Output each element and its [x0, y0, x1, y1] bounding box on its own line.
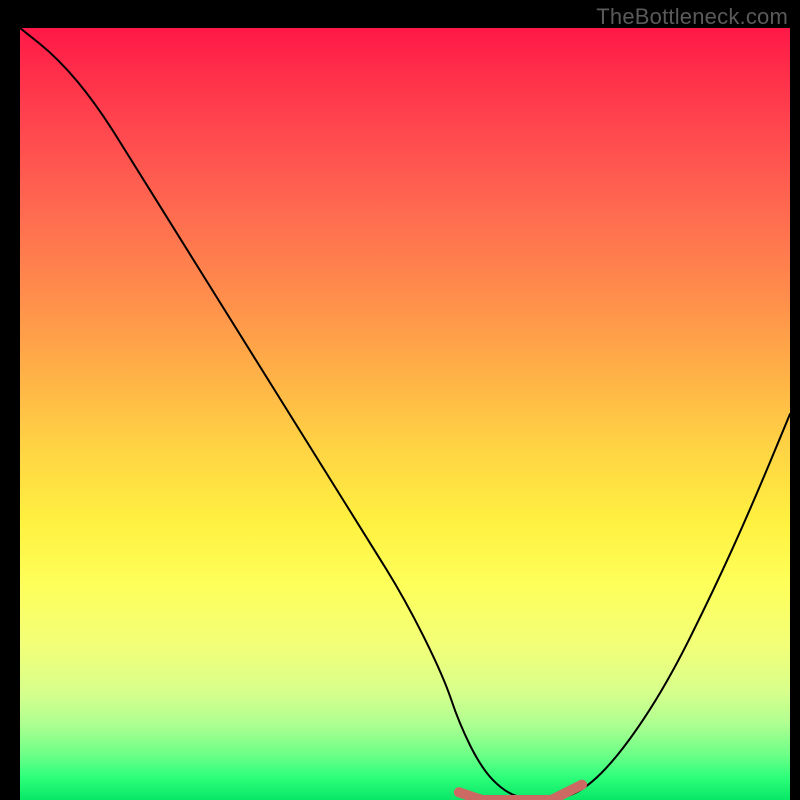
bottleneck-curve-svg	[20, 28, 790, 800]
watermark-text: TheBottleneck.com	[596, 4, 788, 30]
chart-plot-area	[20, 28, 790, 800]
optimal-range-highlight	[459, 785, 582, 800]
bottleneck-curve	[20, 28, 790, 800]
